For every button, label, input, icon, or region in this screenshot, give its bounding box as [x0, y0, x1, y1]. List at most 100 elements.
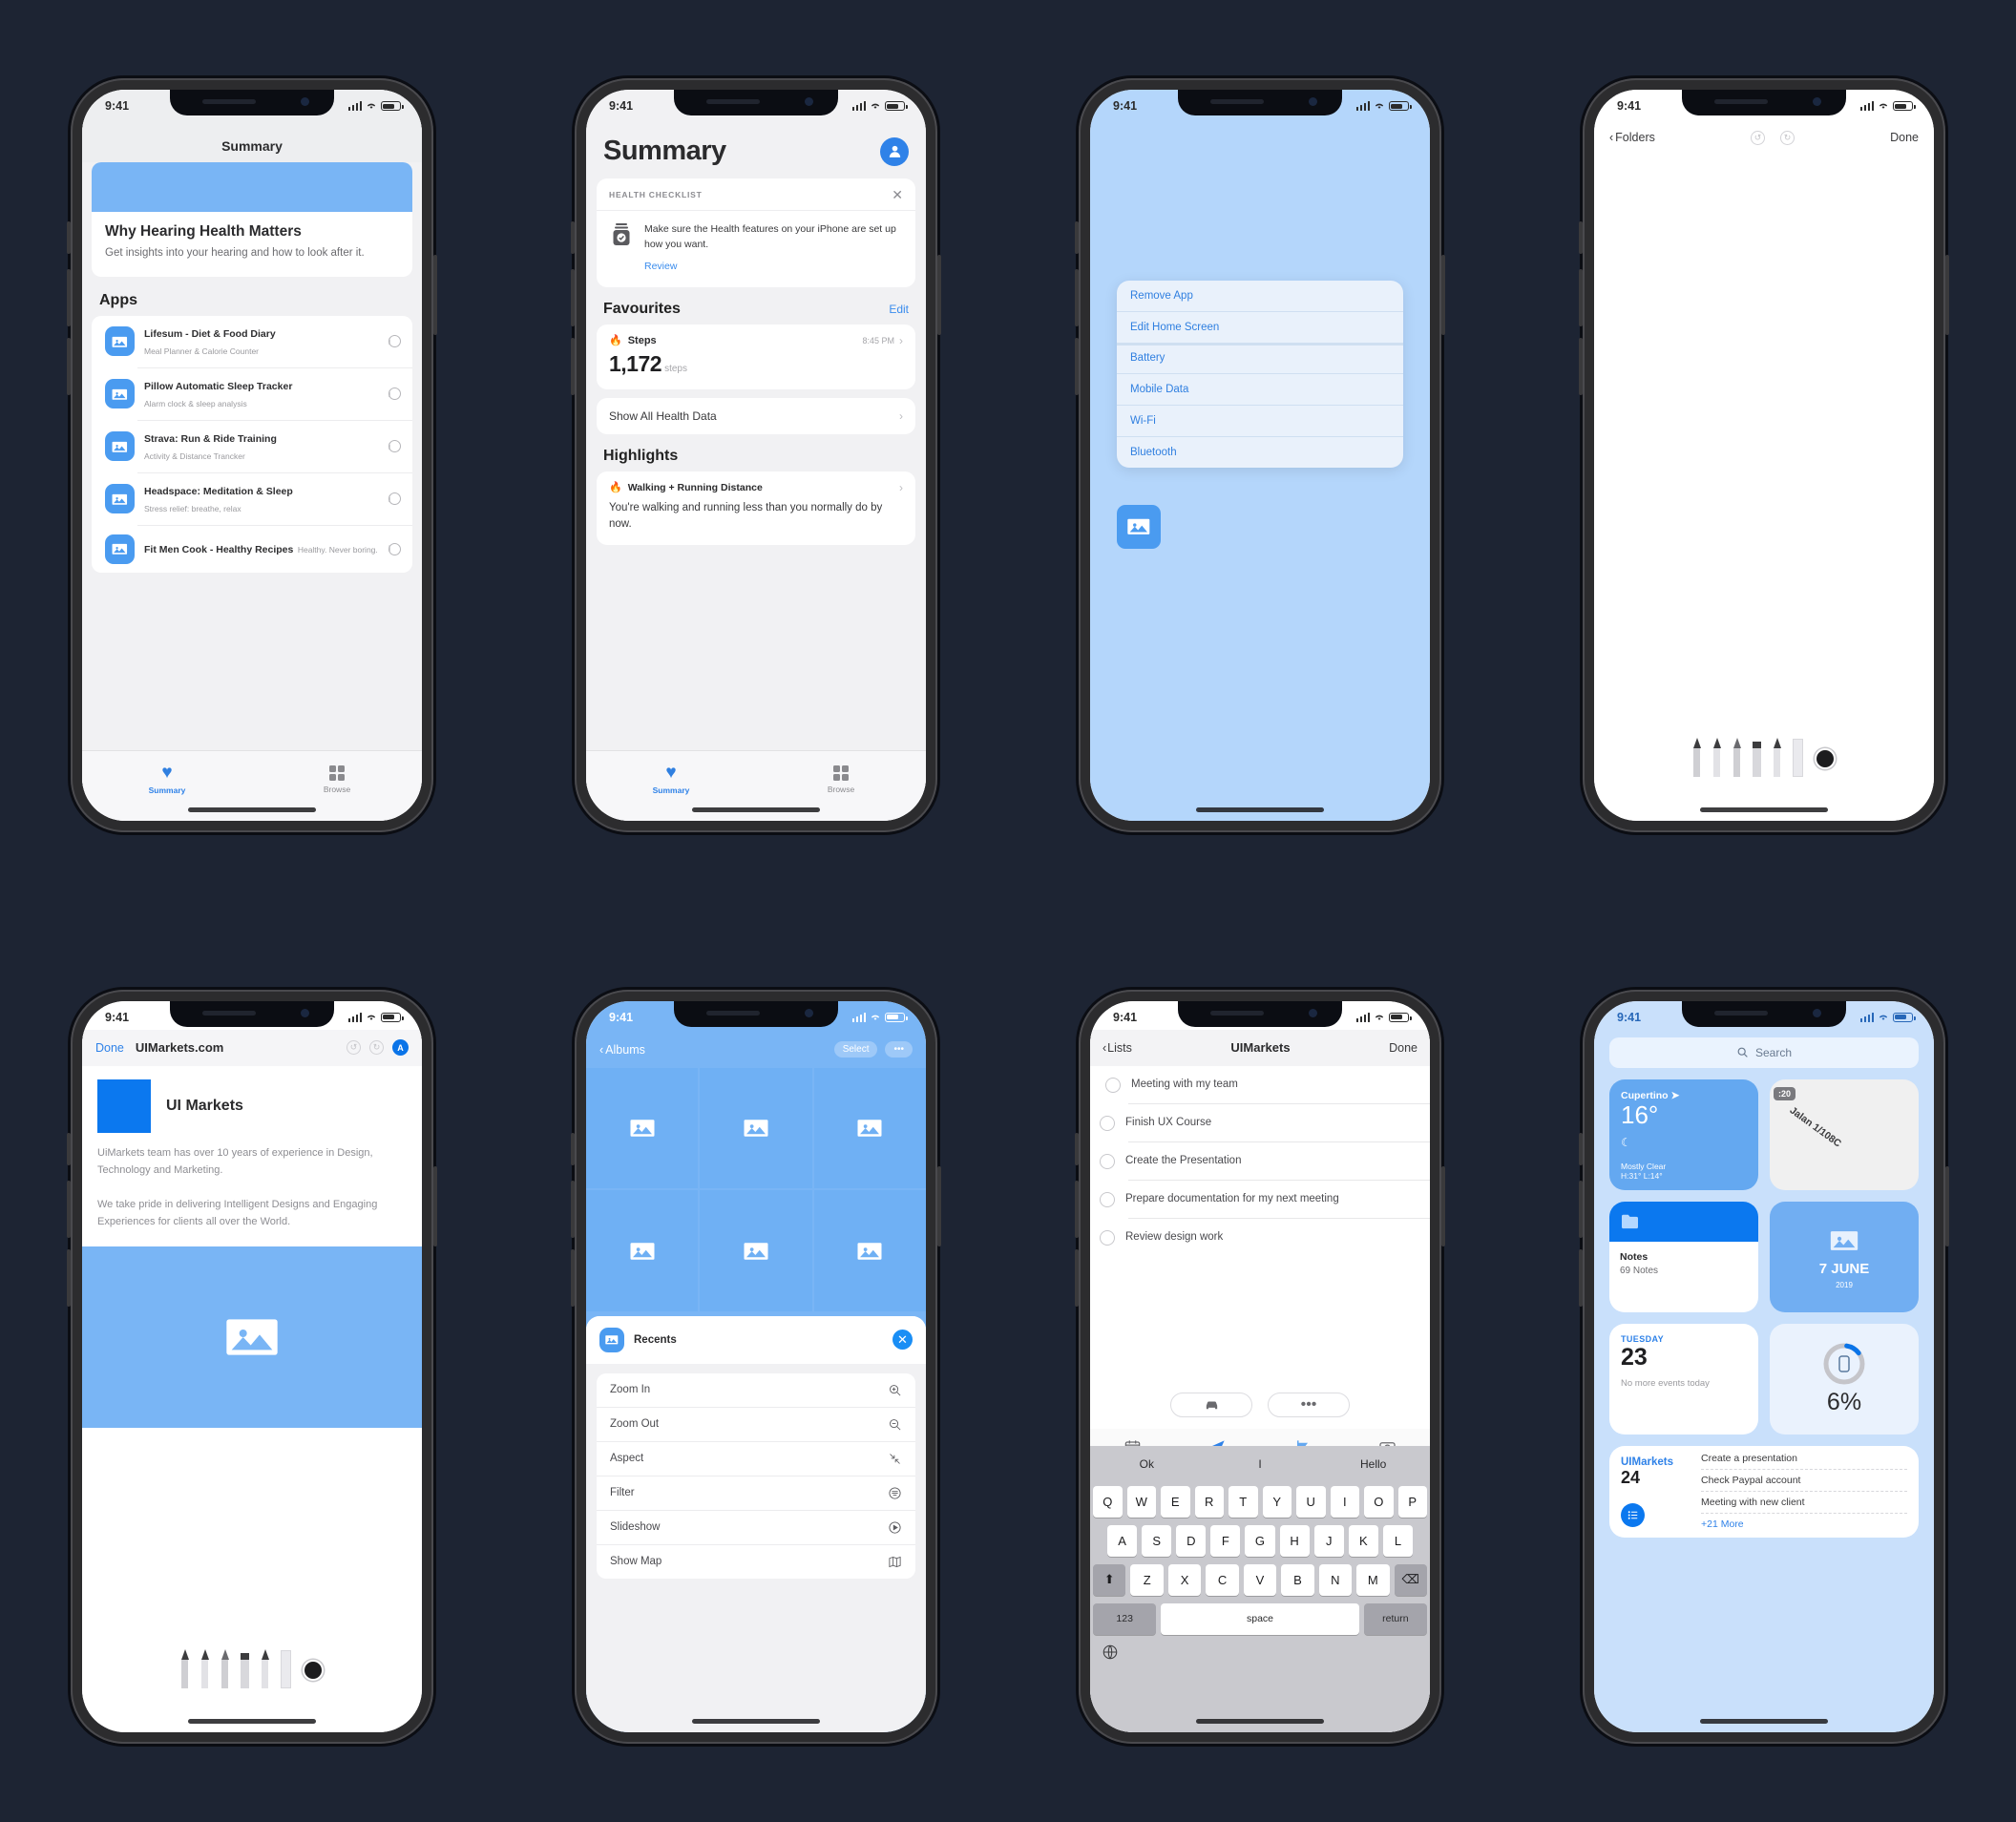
return-key[interactable]: return — [1363, 1602, 1427, 1635]
done-button[interactable]: Done — [95, 1041, 124, 1055]
menu-item-bluetooth[interactable]: Bluetooth — [1117, 437, 1403, 468]
menu-item-mobile-data[interactable]: Mobile Data — [1117, 374, 1403, 407]
list-item[interactable]: Prepare documentation for my next meetin… — [1100, 1179, 1430, 1218]
pencil-tool[interactable] — [1712, 738, 1721, 778]
info-icon[interactable]: i — [388, 492, 401, 506]
tab-browse[interactable]: Browse — [756, 751, 926, 807]
key-a[interactable]: A — [1107, 1524, 1138, 1557]
prediction-0[interactable]: Ok — [1090, 1450, 1204, 1478]
color-swatch[interactable] — [1815, 748, 1836, 770]
home-indicator[interactable] — [1700, 1718, 1828, 1724]
ink-pen-tool[interactable] — [220, 1648, 229, 1688]
undo-icon[interactable]: ↺ — [346, 1040, 361, 1056]
key-q[interactable]: Q — [1093, 1485, 1123, 1518]
done-button[interactable]: Done — [1890, 131, 1919, 144]
checkbox[interactable] — [1100, 1153, 1115, 1169]
weather-widget[interactable]: Cupertino ➤ 16° ☾ Mostly Clear H:31° L:14… — [1609, 1079, 1758, 1190]
search-input[interactable]: Search — [1609, 1037, 1919, 1068]
redo-icon[interactable]: ↻ — [1779, 130, 1795, 145]
key-x[interactable]: X — [1167, 1563, 1202, 1596]
reminders-widget[interactable]: UIMarkets 24 Create a presentation Check… — [1609, 1445, 1919, 1538]
key-o[interactable]: O — [1364, 1485, 1394, 1518]
checkbox[interactable] — [1100, 1115, 1115, 1131]
tab-summary[interactable]: ♥ Summary — [82, 751, 252, 807]
home-indicator[interactable] — [188, 807, 316, 813]
home-indicator[interactable] — [692, 807, 820, 813]
menu-item-slideshow[interactable]: Slideshow — [597, 1511, 915, 1545]
photo-thumbnail[interactable] — [700, 1067, 812, 1189]
eraser-tool[interactable] — [1773, 738, 1781, 778]
app-row[interactable]: Lifesum - Diet & Food Diary Meal Planner… — [92, 316, 412, 367]
key-w[interactable]: W — [1126, 1485, 1156, 1518]
key-h[interactable]: H — [1279, 1524, 1310, 1557]
show-all-health-data-row[interactable]: Show All Health Data › — [597, 397, 915, 434]
notes-widget[interactable]: Notes 69 Notes — [1609, 1201, 1758, 1312]
key-p[interactable]: P — [1397, 1485, 1427, 1518]
key-s[interactable]: S — [1142, 1524, 1172, 1557]
prediction-2[interactable]: Hello — [1316, 1450, 1430, 1478]
home-indicator[interactable] — [1196, 1718, 1324, 1724]
key-b[interactable]: B — [1281, 1563, 1314, 1596]
photo-thumbnail[interactable] — [586, 1190, 699, 1311]
url-label[interactable]: UIMarkets.com — [136, 1040, 223, 1055]
ruler-tool[interactable] — [281, 1649, 291, 1688]
key-r[interactable]: R — [1194, 1485, 1224, 1518]
page-content[interactable]: UI Markets UiMarkets team has over 10 ye… — [82, 1066, 422, 1732]
info-icon[interactable]: i — [388, 440, 401, 453]
checkbox[interactable] — [1105, 1077, 1121, 1093]
pen-tool[interactable] — [180, 1648, 189, 1688]
close-icon[interactable]: ✕ — [892, 188, 903, 201]
menu-item-edit-home-screen[interactable]: Edit Home Screen — [1117, 312, 1403, 343]
app-row[interactable]: Strava: Run & Ride Training Activity & D… — [105, 419, 412, 472]
key-e[interactable]: E — [1161, 1485, 1190, 1518]
more-button[interactable]: ••• — [885, 1041, 913, 1058]
key-f[interactable]: F — [1210, 1524, 1241, 1557]
backspace-key[interactable]: ⌫ — [1394, 1563, 1427, 1596]
menu-item-zoom-out[interactable]: Zoom Out — [597, 1408, 915, 1442]
key-y[interactable]: Y — [1262, 1485, 1292, 1518]
tab-browse[interactable]: Browse — [252, 751, 422, 807]
space-key[interactable]: space — [1161, 1602, 1359, 1635]
key-i[interactable]: I — [1330, 1485, 1359, 1518]
shift-key[interactable]: ⬆ — [1093, 1563, 1126, 1596]
car-icon-button[interactable] — [1170, 1392, 1252, 1417]
globe-icon[interactable] — [1102, 1644, 1119, 1661]
more-options-button[interactable]: ••• — [1268, 1392, 1350, 1417]
eraser-tool[interactable] — [261, 1648, 269, 1688]
home-indicator[interactable] — [188, 1718, 316, 1724]
hero-card[interactable]: Why Hearing Health Matters Get insights … — [92, 162, 412, 277]
key-t[interactable]: T — [1228, 1485, 1258, 1518]
scroll-content[interactable]: Summary HEALTH CHECKLIST ✕ Make sure the… — [586, 118, 926, 750]
back-button-albums[interactable]: ‹ Albums — [599, 1043, 645, 1057]
home-indicator[interactable] — [1196, 807, 1324, 813]
photo-thumbnail[interactable] — [813, 1067, 926, 1189]
ink-pen-tool[interactable] — [1732, 738, 1741, 778]
key-u[interactable]: U — [1296, 1485, 1326, 1518]
back-button-folders[interactable]: ‹ Folders — [1609, 131, 1655, 144]
key-z[interactable]: Z — [1130, 1563, 1164, 1596]
ruler-tool[interactable] — [1793, 739, 1803, 778]
menu-item-filter[interactable]: Filter — [597, 1476, 915, 1511]
calendar-widget[interactable]: TUESDAY 23 No more events today — [1609, 1323, 1758, 1435]
menu-item-battery[interactable]: Battery — [1117, 343, 1403, 375]
key-d[interactable]: D — [1176, 1524, 1207, 1557]
numeric-key[interactable]: 123 — [1093, 1602, 1157, 1635]
photo-thumbnail[interactable] — [813, 1190, 926, 1311]
list-item[interactable]: Review design work — [1100, 1217, 1430, 1256]
marker-tool[interactable] — [1753, 742, 1761, 778]
home-indicator[interactable] — [692, 1718, 820, 1724]
key-c[interactable]: C — [1206, 1563, 1239, 1596]
info-icon[interactable]: i — [388, 542, 401, 555]
close-icon[interactable]: ✕ — [892, 1330, 913, 1351]
redo-icon[interactable]: ↻ — [369, 1040, 384, 1056]
photos-widget[interactable]: 7 JUNE 2019 — [1770, 1201, 1919, 1312]
key-n[interactable]: N — [1318, 1563, 1353, 1596]
edit-button[interactable]: Edit — [889, 303, 909, 316]
scroll-content[interactable]: Why Hearing Health Matters Get insights … — [82, 162, 422, 750]
app-row[interactable]: Headspace: Meditation & Sleep Stress rel… — [105, 471, 412, 525]
menu-item-remove-app[interactable]: Remove App — [1117, 281, 1403, 313]
menu-item-zoom-in[interactable]: Zoom In — [597, 1373, 915, 1408]
highlight-card[interactable]: 🔥 Walking + Running Distance › You're wal… — [597, 471, 915, 546]
key-m[interactable]: M — [1356, 1563, 1390, 1596]
pen-tool[interactable] — [1692, 738, 1701, 778]
